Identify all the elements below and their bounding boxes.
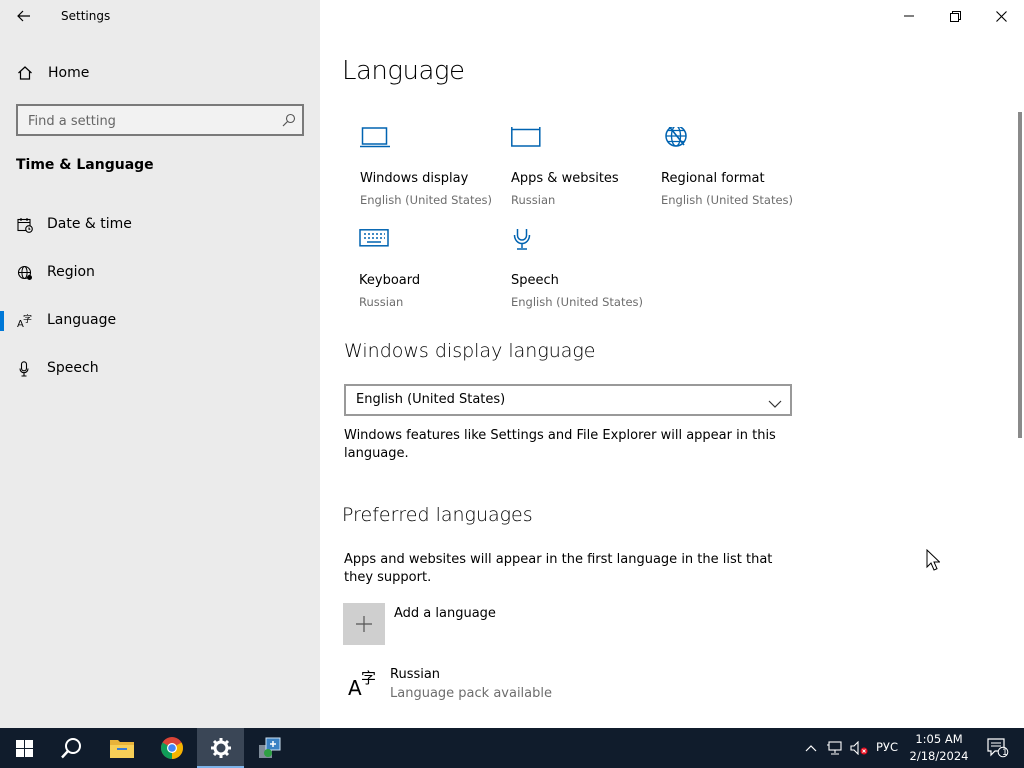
tile-title: Keyboard <box>359 273 421 288</box>
restore-button[interactable] <box>932 0 978 32</box>
sidebar-item-date-time[interactable]: Date & time <box>0 207 320 243</box>
tile-subtitle: English (United States) <box>661 193 794 207</box>
sidebar-item-speech[interactable]: Speech <box>0 351 320 387</box>
globe-format-icon <box>661 124 693 159</box>
plus-icon <box>343 603 385 645</box>
taskbar-clock[interactable]: 1:05 AM 2/18/2024 <box>906 731 972 765</box>
tile-regional-format[interactable]: Regional format English (United States) <box>661 124 811 217</box>
display-language-dropdown[interactable]: English (United States) <box>344 384 792 416</box>
back-arrow-icon <box>17 10 30 22</box>
monitor-icon <box>360 127 392 155</box>
search-input[interactable] <box>28 112 268 130</box>
volume-muted-icon <box>850 741 868 755</box>
keyboard-icon <box>359 229 391 257</box>
minimize-icon <box>904 15 914 17</box>
search-box[interactable] <box>16 104 304 136</box>
tile-subtitle: English (United States) <box>511 295 644 309</box>
close-button[interactable] <box>978 0 1024 32</box>
home-icon <box>17 65 33 85</box>
taskbar: РУС 1:05 AM 2/18/2024 1 <box>0 728 1024 768</box>
input-language-indicator[interactable]: РУС <box>876 740 898 754</box>
tile-subtitle: English (United States) <box>360 193 493 207</box>
tile-subtitle: Russian <box>511 193 556 207</box>
volume-button[interactable] <box>847 728 871 768</box>
clock-time: 1:05 AM <box>915 732 963 746</box>
scrollbar-thumb[interactable] <box>1018 112 1022 438</box>
app-taskbar-button[interactable] <box>247 728 293 768</box>
window-title: Settings <box>61 9 111 23</box>
start-button[interactable] <box>0 728 48 768</box>
installer-icon <box>259 737 281 758</box>
search-icon <box>61 738 81 759</box>
tile-keyboard[interactable]: Keyboard Russian <box>359 229 509 319</box>
window-controls <box>886 0 1024 32</box>
svg-text:A: A <box>348 676 362 699</box>
search-taskbar-button[interactable] <box>48 728 96 768</box>
globe-icon <box>17 265 33 281</box>
sidebar-item-label: Language <box>47 312 117 328</box>
calendar-clock-icon <box>17 217 33 233</box>
chevron-down-icon <box>768 394 782 413</box>
dropdown-value: English (United States) <box>356 392 506 407</box>
action-center-button[interactable]: 1 <box>978 728 1018 768</box>
sidebar-item-region[interactable]: Region <box>0 255 320 291</box>
tile-title: Regional format <box>661 171 765 186</box>
sidebar: Settings Home Time & Language Date & tim… <box>0 0 320 728</box>
sidebar-item-language[interactable]: A字 Language <box>0 303 320 339</box>
display-language-description: Windows features like Settings and File … <box>344 428 776 461</box>
chevron-up-icon <box>805 745 817 752</box>
preferred-languages-heading: Preferred languages <box>342 504 533 526</box>
windows-logo-icon <box>15 739 33 757</box>
close-icon <box>995 10 1007 22</box>
tile-title: Windows display <box>360 171 469 186</box>
folder-icon <box>110 740 134 758</box>
microphone-icon <box>17 361 33 377</box>
sidebar-item-label: Speech <box>47 360 99 376</box>
restore-icon <box>949 10 961 22</box>
back-button[interactable] <box>10 4 38 28</box>
page-title: Language <box>342 56 465 86</box>
minimize-button[interactable] <box>886 0 932 32</box>
tile-speech[interactable]: Speech English (United States) <box>511 222 661 319</box>
network-button[interactable] <box>823 728 847 768</box>
sidebar-item-label: Date & time <box>47 216 132 232</box>
add-language-button[interactable]: Add a language <box>343 603 643 645</box>
sidebar-item-label: Region <box>47 264 95 280</box>
file-explorer-button[interactable] <box>98 728 146 768</box>
chrome-icon <box>161 737 183 759</box>
language-icon: A字 <box>17 313 33 330</box>
display-language-heading: Windows display language <box>344 340 596 362</box>
language-status: Language pack available <box>390 686 552 701</box>
nav-home[interactable]: Home <box>0 57 320 89</box>
language-name: Russian <box>390 667 441 682</box>
clock-date: 2/18/2024 <box>909 749 969 763</box>
add-language-label: Add a language <box>394 606 496 621</box>
chrome-button[interactable] <box>148 728 196 768</box>
browser-window-icon <box>511 123 543 155</box>
gear-icon <box>210 738 231 758</box>
tile-subtitle: Russian <box>359 295 404 309</box>
show-hidden-icons-button[interactable] <box>800 728 822 768</box>
tile-windows-display[interactable]: Windows display English (United States) <box>360 127 510 217</box>
network-icon <box>827 741 842 755</box>
tile-title: Apps & websites <box>511 171 619 186</box>
microphone-icon <box>511 222 543 261</box>
search-icon[interactable] <box>282 112 296 131</box>
tile-apps-websites[interactable]: Apps & websites Russian <box>511 123 661 217</box>
language-icon: A字 <box>347 667 379 703</box>
settings-taskbar-button[interactable] <box>197 728 244 768</box>
language-list-item[interactable]: A字 Russian Language pack available <box>343 663 793 707</box>
notification-count-badge: 1 <box>1002 748 1008 758</box>
mouse-cursor-icon <box>926 548 941 575</box>
svg-text:字: 字 <box>361 669 376 687</box>
section-title: Time & Language <box>16 157 154 173</box>
preferred-languages-description: Apps and websites will appear in the fir… <box>344 552 773 585</box>
tile-title: Speech <box>511 273 559 288</box>
nav-home-label: Home <box>48 65 90 81</box>
svg-text:字: 字 <box>23 313 32 325</box>
